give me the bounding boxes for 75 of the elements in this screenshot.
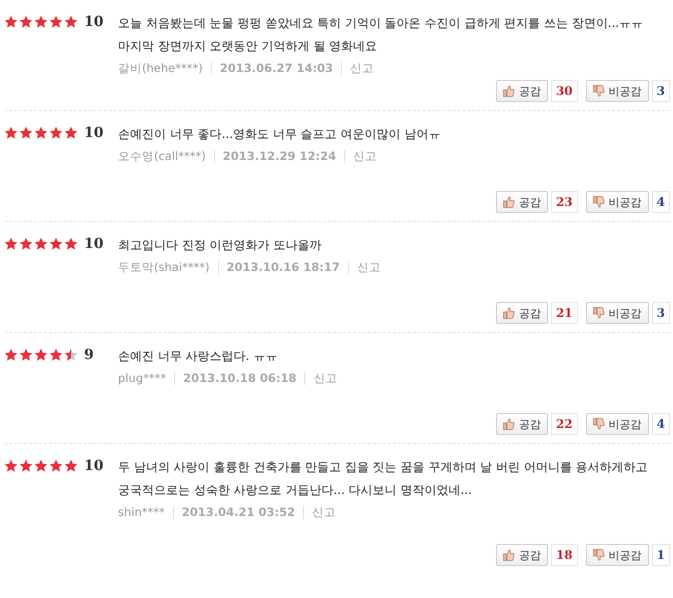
review-date: 2013.12.29 12:24 [214, 150, 344, 163]
rating-score: 10 [84, 125, 104, 141]
rating-score: 10 [84, 236, 104, 252]
rating-score: 10 [84, 458, 104, 474]
thumbs-up-icon [502, 549, 515, 561]
rating-score: 10 [84, 14, 104, 30]
review-text: 최고입니다 진정 이런영화가 또나올까 [118, 237, 322, 254]
star-icon [49, 459, 63, 473]
review-text: 오늘 처음봤는데 눈물 펑펑 쏟았네요 특히 기억이 돌아온 수진이 급하게 편지를 쓰는 장면이...ㅠㅠ마지막 장면까지 오랫동안 기억하게 될 영화네요 [118, 15, 644, 55]
star-icon [19, 237, 33, 251]
dislike-count: 4 [652, 413, 670, 435]
thumbs-down-icon [592, 85, 605, 97]
star-icon [4, 459, 18, 473]
star-icon [64, 126, 78, 140]
rating-score: 9 [84, 347, 94, 363]
like-button[interactable]: 공감 [496, 413, 548, 435]
author-name: 갈비(hehe****) [118, 62, 204, 75]
thumbs-up-icon [502, 418, 515, 430]
star-icon [49, 126, 63, 140]
review-text: 두 남녀의 사랑이 훌륭한 건축가를 만들고 집을 짓는 꿈을 꾸게하며 날 버린 어머니를 용서하게하고 궁국적으로는 성숙한 사랑으로 거듭난다... 다시보니 명작이었네... [118, 459, 649, 499]
dislike-button[interactable]: 비공감 [586, 80, 649, 102]
thumbs-up-icon [502, 85, 515, 97]
like-count: 23 [550, 191, 578, 213]
star-icon [34, 126, 48, 140]
dislike-button[interactable]: 비공감 [586, 544, 649, 566]
dislike-count: 1 [652, 544, 670, 566]
thumbs-down-icon [592, 549, 605, 561]
star-icon [49, 237, 63, 251]
star-icon [64, 237, 78, 251]
star-icon [49, 15, 63, 29]
star-icon [64, 15, 78, 29]
star-icon [19, 126, 33, 140]
review-date: 2013.06.27 14:03 [210, 62, 342, 75]
star-icon [34, 237, 48, 251]
star-icon [34, 15, 48, 29]
review-text: 손예진 너무 사랑스럽다. ㅠㅠ [118, 348, 278, 365]
like-count: 21 [550, 302, 578, 324]
star-icon [64, 348, 78, 362]
like-button[interactable]: 공감 [496, 191, 548, 213]
like-button[interactable]: 공감 [496, 80, 548, 102]
author-name: 두토막(shai****) [118, 261, 210, 274]
star-icon [19, 15, 33, 29]
review-text: 손예진이 너무 좋다...영화도 너무 슬프고 여운이많이 남어ㅠ [118, 126, 442, 143]
thumbs-up-icon [502, 196, 515, 208]
review-date: 2013.10.18 06:18 [174, 372, 304, 385]
dislike-count: 3 [652, 80, 670, 102]
dislike-count: 3 [652, 302, 670, 324]
author-name: plug**** [118, 372, 168, 385]
thumbs-down-icon [592, 196, 605, 208]
thumbs-up-icon [502, 307, 515, 319]
review-date: 2013.10.16 18:17 [218, 261, 348, 274]
star-icon [34, 348, 48, 362]
like-button[interactable]: 공감 [496, 302, 548, 324]
star-icon [4, 15, 18, 29]
dislike-button[interactable]: 비공감 [586, 413, 649, 435]
author-name: shin**** [118, 506, 166, 519]
dislike-button[interactable]: 비공감 [586, 302, 649, 324]
like-count: 18 [550, 544, 578, 566]
star-icon [49, 348, 63, 362]
author-name: 오수영(call****) [118, 150, 207, 163]
like-count: 30 [550, 80, 578, 102]
star-icon [4, 237, 18, 251]
star-icon [19, 348, 33, 362]
review-date: 2013.04.21 03:52 [172, 506, 304, 519]
star-icon [4, 126, 18, 140]
star-icon [34, 459, 48, 473]
like-count: 22 [550, 413, 578, 435]
dislike-count: 4 [652, 191, 670, 213]
star-icon [4, 348, 18, 362]
star-icon [19, 459, 33, 473]
like-button[interactable]: 공감 [496, 544, 548, 566]
star-icon [64, 459, 78, 473]
thumbs-down-icon [592, 307, 605, 319]
thumbs-down-icon [592, 418, 605, 430]
dislike-button[interactable]: 비공감 [586, 191, 649, 213]
